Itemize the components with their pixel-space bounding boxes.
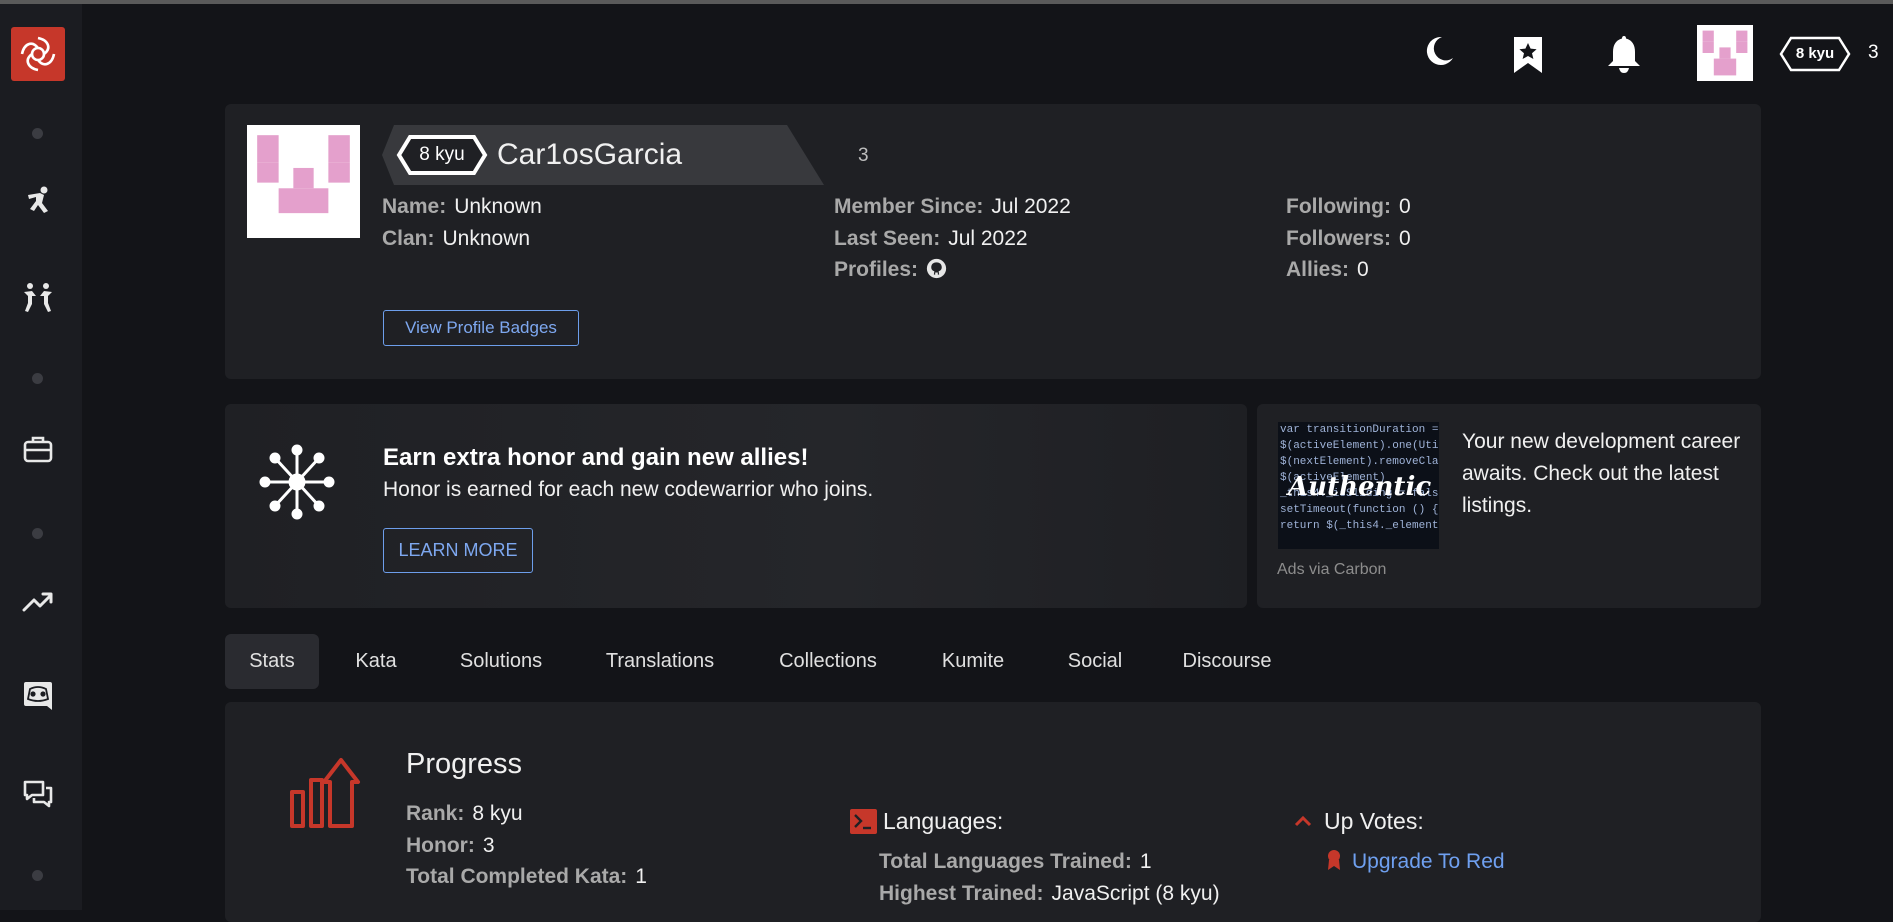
sidebar-divider-dot [32,373,43,384]
stats-completed-row: Total Completed Kata: 1 [406,865,647,889]
promo-text: Honor is earned for each new codewarrior… [383,478,874,501]
ad-code-line: $(activeElement).one(Util.TR [1280,440,1439,452]
ad-code-line: var transitionDuration = Util [1280,424,1439,436]
progress-title: Progress [406,748,523,780]
languages-trained-label: Total Languages Trained: [879,850,1132,873]
highest-trained-value: JavaScript (8 kyu) [1051,882,1220,905]
name-row: Name: Unknown [382,195,542,219]
rank-badge[interactable]: 8 kyu [1779,36,1851,72]
stats-honor-label: Honor: [406,834,475,857]
stats-honor-row: Honor: 3 [406,834,495,858]
leaderboard-icon[interactable] [22,586,54,618]
kumite-icon[interactable] [22,282,54,314]
clan-value: Unknown [442,227,531,250]
ribbon-award-icon [1326,849,1342,876]
following-label: Following: [1286,195,1391,218]
clan-label: Clan: [382,227,435,250]
followers-value: 0 [1399,227,1411,250]
followers-label: Followers: [1286,227,1392,250]
stats-rank-value: 8 kyu [472,802,523,825]
clan-row: Clan: Unknown [382,227,530,251]
allies-row: Allies: 0 [1286,258,1369,282]
progress-chart-icon [288,756,368,835]
profile-avatar [247,125,360,238]
tab-collections[interactable]: Collections [764,634,892,689]
chevron-up-icon [1294,814,1312,833]
member-since-value: Jul 2022 [991,195,1071,218]
forum-icon[interactable] [22,778,54,810]
jobs-icon[interactable] [22,433,54,465]
view-profile-badges-button[interactable]: View Profile Badges [383,310,579,346]
honor-count: 3 [1868,42,1879,63]
moon-icon[interactable] [1422,34,1456,73]
profile-rank-badge: 8 kyu [396,134,488,176]
allies-value: 0 [1357,258,1369,281]
ad-text[interactable]: Your new development career awaits. Chec… [1462,426,1752,522]
ad-brand: Authentic [1288,472,1432,502]
rank-badge-label: 8 kyu [1795,45,1835,62]
sidebar [0,4,82,910]
last-seen-row: Last Seen: Jul 2022 [834,227,1028,251]
profile-rank-label: 8 kyu [419,144,465,165]
kata-training-icon[interactable] [22,185,54,217]
languages-title: Languages: [883,808,1004,834]
network-icon [259,444,335,525]
window-top-border [0,0,1893,4]
tab-kumite[interactable]: Kumite [925,634,1021,689]
tab-discourse[interactable]: Discourse [1170,634,1284,689]
name-label: Name: [382,195,447,218]
tab-kata[interactable]: Kata [340,634,412,689]
profile-honor: 3 [858,145,869,166]
learn-more-button[interactable]: LEARN MORE [383,528,533,573]
ads-via-carbon[interactable]: Ads via Carbon [1277,561,1386,579]
tab-translations[interactable]: Translations [590,634,730,689]
bookmark-icon[interactable] [1513,35,1543,80]
ad-code-line: return $(_this4._element [1280,520,1439,532]
stats-completed-value: 1 [635,865,647,888]
stats-rank-row: Rank: 8 kyu [406,802,523,826]
tab-stats[interactable]: Stats [225,634,319,689]
member-since-row: Member Since: Jul 2022 [834,195,1071,219]
sidebar-divider-dot [32,128,43,139]
terminal-icon [850,809,877,839]
referral-promo-card [225,404,1247,608]
stats-honor-value: 3 [482,834,495,857]
sidebar-divider-dot [32,870,43,881]
followers-row: Followers: 0 [1286,227,1411,251]
user-avatar[interactable] [1697,25,1753,81]
highest-trained-label: Highest Trained: [879,882,1044,905]
sidebar-divider-dot [32,528,43,539]
tab-solutions[interactable]: Solutions [446,634,556,689]
ad-image[interactable]: var transitionDuration = Util $(activeEl… [1278,422,1439,549]
name-value: Unknown [454,195,542,218]
stats-rank-label: Rank: [406,802,465,825]
logo-icon[interactable] [11,27,65,81]
member-since-label: Member Since: [834,195,984,218]
following-row: Following: 0 [1286,195,1411,219]
profiles-label: Profiles: [834,258,919,281]
following-value: 0 [1398,195,1411,218]
profiles-row: Profiles: [834,258,947,285]
username: Car1osGarcia [497,138,683,171]
github-icon[interactable] [926,258,947,285]
highest-trained-row: Highest Trained: JavaScript (8 kyu) [879,882,1220,906]
languages-trained-row: Total Languages Trained: 1 [879,850,1152,874]
ad-code-line: $(nextElement).removeClass [1280,456,1439,468]
promo-title: Earn extra honor and gain new allies! [383,444,809,471]
last-seen-value: Jul 2022 [948,227,1028,250]
languages-trained-value: 1 [1139,850,1152,873]
ad-code-line: setTimeout(function () { [1280,504,1439,516]
bell-icon[interactable] [1606,34,1642,79]
stats-completed-label: Total Completed Kata: [406,865,628,888]
upvotes-title: Up Votes: [1324,808,1424,834]
allies-label: Allies: [1286,258,1350,281]
upgrade-to-red-link[interactable]: Upgrade To Red [1352,850,1505,874]
discord-icon[interactable] [22,680,54,712]
tab-social[interactable]: Social [1055,634,1135,689]
last-seen-label: Last Seen: [834,227,941,250]
